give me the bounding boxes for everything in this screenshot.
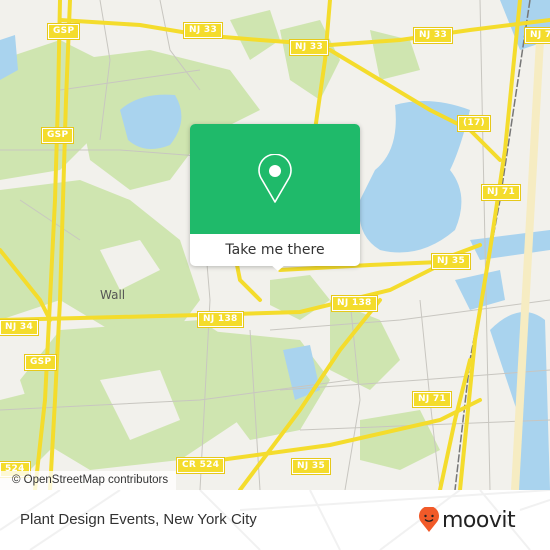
road-shield-nj71: NJ 71 [411,391,453,408]
road-shield-nj34: NJ 34 [0,319,40,336]
road-shield-nj71: NJ 71 [523,27,550,44]
road-shield-nj33: NJ 33 [288,39,330,56]
road-shield-nj138: NJ 138 [197,311,244,328]
road-shield-nj35: NJ 35 [430,253,472,270]
popup-header[interactable] [190,124,360,234]
road-shield-nj33: NJ 33 [412,27,454,44]
road-shield-nj71: NJ 71 [480,184,522,201]
road-shield-nj35: NJ 35 [290,458,332,475]
road-shield-nj33: NJ 33 [182,22,224,39]
place-label-wall: Wall [100,288,126,302]
map-view[interactable]: GSP NJ 33 NJ 33 NJ 33 NJ 71 GSP (17) NJ … [0,0,550,490]
popup-pointer [270,264,286,271]
road-shield-gsp: GSP [23,354,58,371]
location-pin-icon [258,154,292,203]
road-shield-nj138: NJ 138 [331,295,378,312]
road-shield-17: (17) [457,115,491,132]
moovit-logo[interactable]: moovit [418,507,516,533]
road-shield-gsp: GSP [40,127,75,144]
road-shield-cr524: CR 524 [175,457,226,474]
moovit-smiley-icon [419,507,439,532]
brand-name: moovit [442,507,516,533]
road-shield-gsp: GSP [46,23,81,40]
take-me-there-button[interactable]: Take me there [190,234,360,266]
location-popup[interactable]: Take me there [190,124,360,271]
place-title: Plant Design Events, New York City [20,511,257,528]
osm-attribution[interactable]: © OpenStreetMap contributors [0,471,177,490]
footer-bar: Plant Design Events, New York City moovi… [0,490,550,550]
